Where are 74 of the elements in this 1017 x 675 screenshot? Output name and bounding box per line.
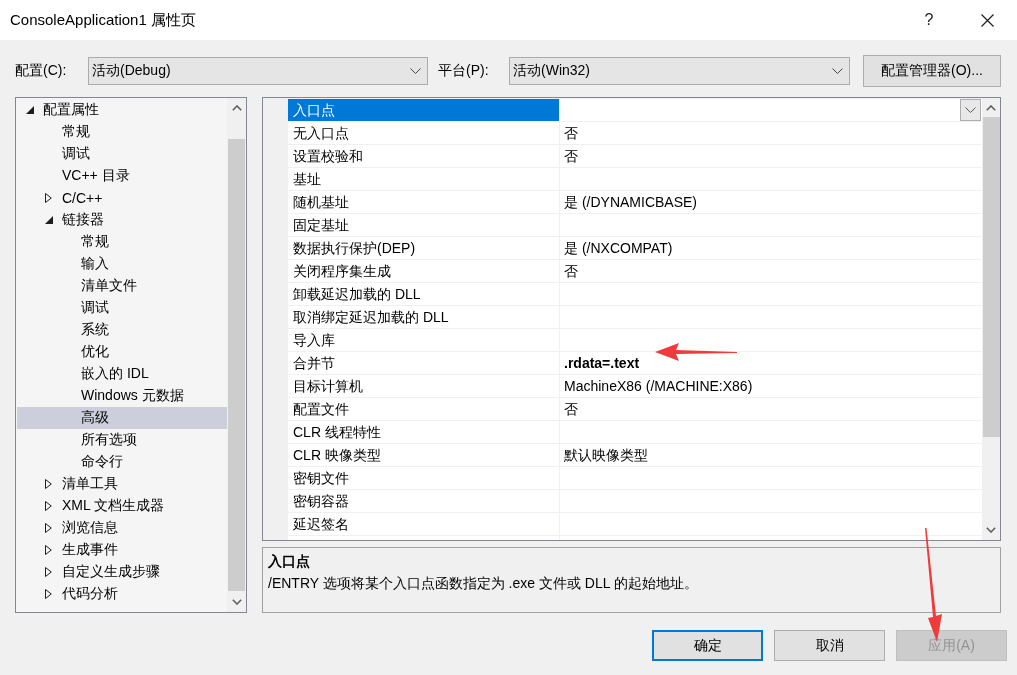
property-value[interactable]: 是 (/NXCOMPAT) [564,237,673,259]
caret-right-icon[interactable] [45,589,52,599]
tree-item[interactable]: 常规 [17,231,227,253]
tree-item[interactable]: 调试 [17,297,227,319]
tree-item[interactable]: 浏览信息 [17,517,227,539]
help-button[interactable]: ? [906,0,952,40]
caret-down-icon[interactable] [45,216,53,224]
chevron-down-icon[interactable] [231,599,242,605]
vertical-scrollbar[interactable] [227,98,246,612]
property-name[interactable]: 随机基址 [288,191,560,213]
scrollbar-thumb[interactable] [982,117,1000,437]
caret-right-icon[interactable] [45,479,52,489]
property-value[interactable]: 否 [564,260,578,282]
tree-item[interactable]: 命令行 [17,451,227,473]
tree-item[interactable]: 配置属性 [17,99,227,121]
caret-down-icon[interactable] [26,106,34,114]
property-value[interactable]: 否 [564,145,578,167]
property-name[interactable]: CLR 映像类型 [288,444,560,466]
tree-item[interactable]: 嵌入的 IDL [17,363,227,385]
tree-item[interactable]: C/C++ [17,187,227,209]
description-title: 入口点 [268,552,311,571]
tree-item[interactable]: 代码分析 [17,583,227,605]
caret-right-icon[interactable] [45,545,52,555]
property-value[interactable]: MachineX86 (/MACHINE:X86) [564,375,753,397]
chevron-down-icon [965,107,976,113]
tree-item[interactable]: 优化 [17,341,227,363]
chevron-down-icon[interactable] [986,527,996,533]
caret-right-icon[interactable] [45,501,52,511]
tree-item[interactable]: 生成事件 [17,539,227,561]
chevron-down-icon [410,68,421,74]
field-label: 平台(P): [438,62,490,80]
tree-item[interactable]: 自定义生成步骤 [17,561,227,583]
property-name[interactable]: 合并节 [288,352,560,374]
property-name[interactable]: 设置校验和 [288,145,560,167]
dialog-button[interactable]: 确定 [652,630,763,661]
caret-right-icon[interactable] [45,193,52,203]
tree-item[interactable]: 调试 [17,143,227,165]
property-name[interactable]: 目标计算机 [288,375,560,397]
property-value[interactable]: .rdata=.text [564,352,640,374]
tree-item[interactable]: 清单文件 [17,275,227,297]
tree-item[interactable]: 系统 [17,319,227,341]
vertical-scrollbar[interactable] [982,98,1000,540]
description-text: /ENTRY 选项将某个入口点函数指定为 .exe 文件或 DLL 的起始地址。 [268,574,699,593]
property-value[interactable]: 否 [564,122,578,144]
caret-right-icon[interactable] [45,567,52,577]
tree-item[interactable]: 常规 [17,121,227,143]
tree-item[interactable]: 链接器 [17,209,227,231]
tree-item[interactable]: Windows 元数据 [17,385,227,407]
chevron-up-icon[interactable] [231,105,242,111]
property-name[interactable]: 数据执行保护(DEP) [288,237,560,259]
tree-item[interactable]: 输入 [17,253,227,275]
caret-right-icon[interactable] [45,523,52,533]
chevron-down-icon [832,68,843,74]
field-label: 配置(C): [15,62,68,80]
chevron-up-icon[interactable] [986,105,996,111]
property-value[interactable]: 是 (/DYNAMICBASE) [564,191,697,213]
property-name[interactable]: 配置文件 [288,398,560,420]
tree-item[interactable]: 清单工具 [17,473,227,495]
tree-item[interactable]: VC++ 目录 [17,165,227,187]
configuration-dropdown[interactable]: 活动(Debug) [88,57,428,85]
property-name[interactable]: 关闭程序集生成 [288,260,560,282]
tree-item[interactable]: 所有选项 [17,429,227,451]
tree-item[interactable]: XML 文档生成器 [17,495,227,517]
property-value[interactable]: 否 [564,398,578,420]
scrollbar-thumb[interactable] [228,139,245,591]
configuration-manager-button[interactable]: 配置管理器(O)... [863,55,1001,87]
property-value[interactable]: 默认映像类型 [564,444,648,466]
close-icon [981,13,994,27]
window-title: ConsoleApplication1 属性页 [10,10,197,30]
property-name[interactable]: 入口点 [288,99,560,121]
platform-dropdown[interactable]: 活动(Win32) [509,57,850,85]
dialog-button[interactable]: 取消 [774,630,885,661]
property-name[interactable]: 无入口点 [288,122,560,144]
tree-item[interactable]: 高级 [17,407,227,429]
